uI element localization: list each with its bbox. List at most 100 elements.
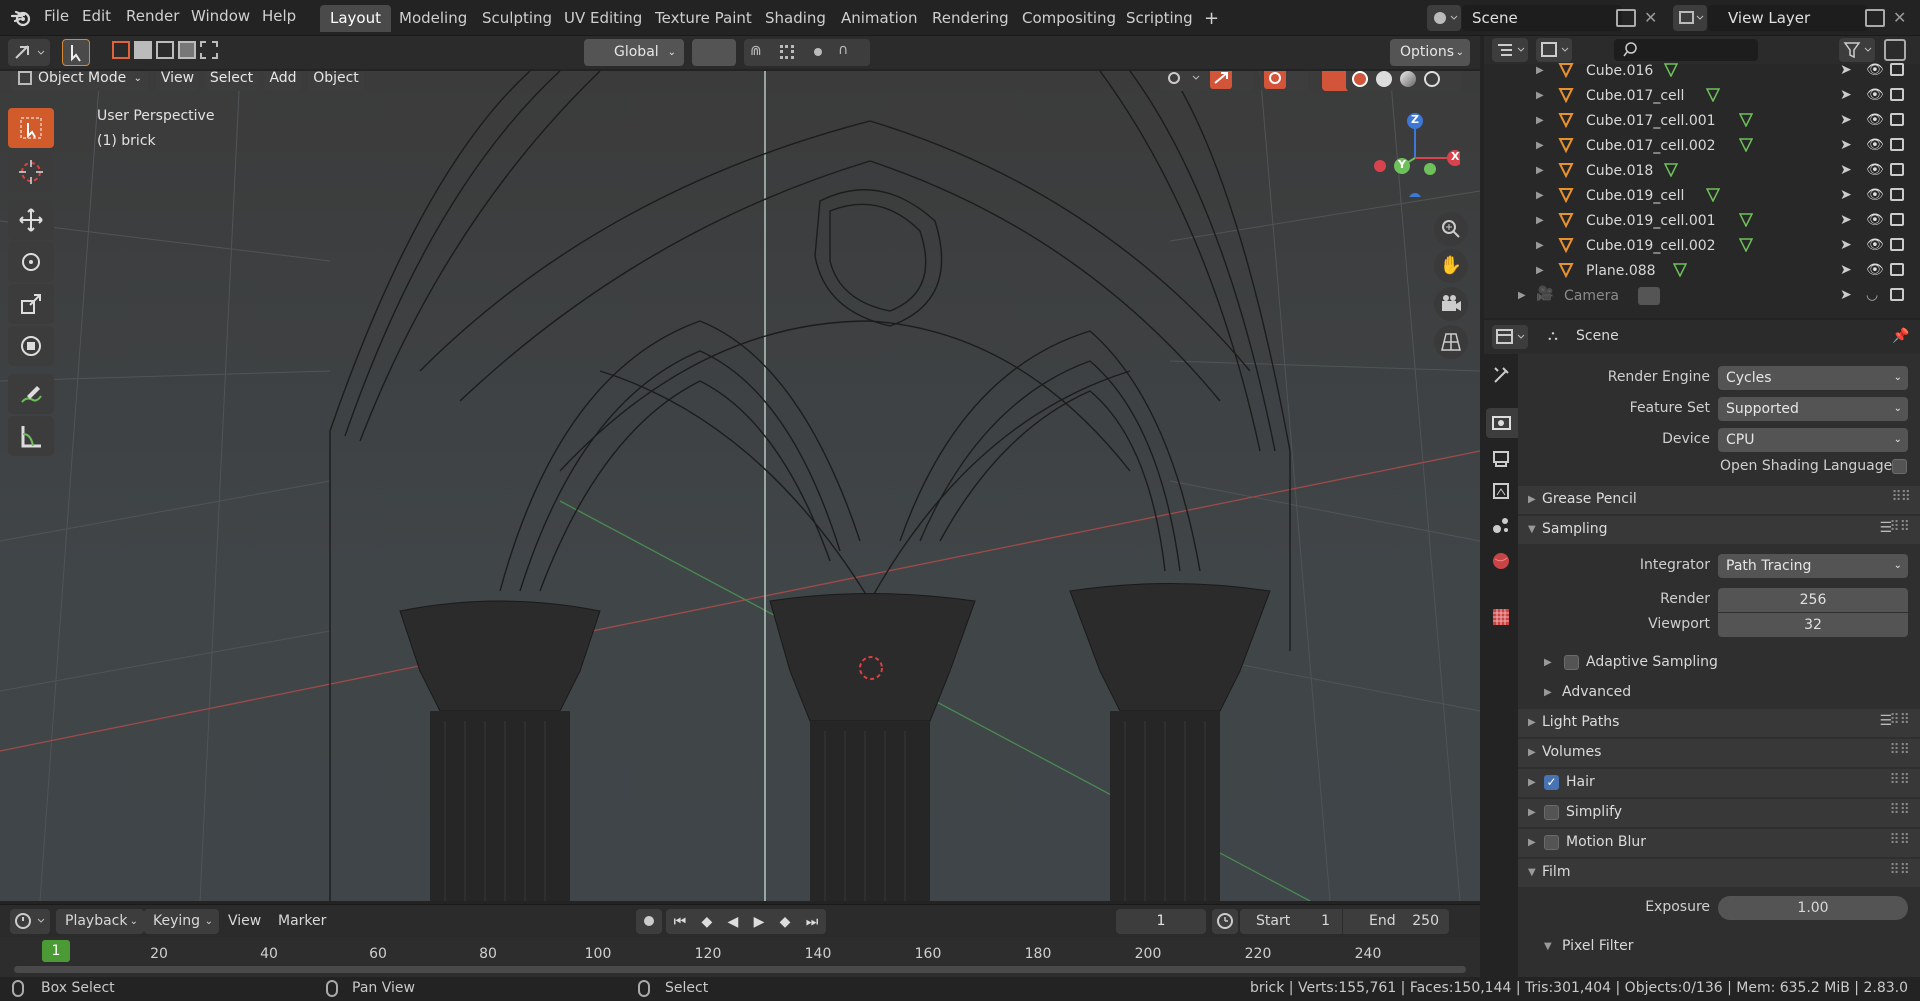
sampling-panel-header[interactable]: ▼ Sampling ☰ ⠿⠿ — [1518, 516, 1920, 544]
3d-viewport[interactable]: User Perspective (1) brick Z Y X ✋ Objec… — [0, 71, 1480, 901]
new-view-layer-icon[interactable] — [1865, 9, 1885, 27]
tab-modeling[interactable]: Modeling — [389, 5, 477, 32]
expand-icon[interactable]: ▶ — [1536, 215, 1544, 226]
rendered-shading-icon[interactable] — [1424, 71, 1440, 87]
selectable-icon[interactable]: ➤ — [1840, 112, 1852, 128]
zoom-icon[interactable] — [1434, 212, 1468, 246]
select-intersect-icon[interactable] — [200, 41, 218, 59]
transform-icon[interactable] — [8, 326, 54, 366]
scene-name-field[interactable]: Scene — [1462, 5, 1622, 31]
view-layer-name-field[interactable]: View Layer — [1708, 5, 1868, 31]
mesh-data-icon[interactable] — [1664, 63, 1679, 78]
render-camera-icon[interactable] — [1890, 263, 1904, 276]
light-paths-panel-header[interactable]: ▶ Light Paths ☰ ⠿⠿ — [1518, 709, 1920, 737]
overlays-icon[interactable] — [1260, 71, 1308, 91]
eye-closed-icon[interactable]: ◡ — [1866, 287, 1878, 303]
film-panel-header[interactable]: ▼ Film ⠿⠿ — [1518, 859, 1920, 887]
timeline-ruler[interactable]: 1 20 40 60 80 100 120 140 160 180 200 22… — [0, 937, 1480, 977]
drag-handle-icon[interactable]: ⠿⠿ — [1889, 802, 1910, 818]
expand-icon[interactable]: ▶ — [1536, 190, 1544, 201]
visibility-icon[interactable] — [1160, 71, 1208, 91]
drag-handle-icon[interactable]: ⠿⠿ — [1889, 832, 1910, 848]
menu-object[interactable]: Object — [308, 71, 364, 91]
outliner-row[interactable]: ▶ Cube.019_cell.002 ➤ 👁 — [1484, 234, 1920, 259]
start-frame-field[interactable]: Start 1 — [1240, 909, 1342, 934]
timeline-menu-marker[interactable]: Marker — [278, 913, 326, 929]
playback-dropdown[interactable]: Playback ⌄ — [56, 909, 144, 934]
eye-icon[interactable]: 👁 — [1866, 62, 1884, 78]
tab-uv-editing[interactable]: UV Editing — [554, 5, 652, 32]
pixel-filter-row[interactable]: ▼ Pixel Filter — [1518, 933, 1920, 961]
select-extend-icon[interactable] — [134, 41, 152, 59]
grease-pencil-panel-header[interactable]: ▶ Grease Pencil ⠿⠿ — [1518, 486, 1920, 514]
pan-hand-icon[interactable]: ✋ — [1434, 249, 1468, 283]
snap-increment-icon[interactable] — [780, 45, 794, 59]
texture-tab-icon[interactable] — [1488, 604, 1514, 630]
navigation-gizmo[interactable]: Z Y X — [1370, 107, 1460, 197]
select-box-icon[interactable] — [8, 108, 54, 148]
gizmo-toggle-icon[interactable] — [1206, 71, 1254, 91]
render-camera-icon[interactable] — [1890, 213, 1904, 226]
volumes-panel-header[interactable]: ▶ Volumes ⠿⠿ — [1518, 739, 1920, 767]
menu-select[interactable]: Select — [205, 71, 258, 91]
selectable-icon[interactable]: ➤ — [1840, 262, 1852, 278]
select-subtract-icon[interactable] — [156, 41, 174, 59]
render-camera-icon[interactable] — [1890, 238, 1904, 251]
solid-shading-icon[interactable] — [1376, 71, 1392, 87]
falloff-icon[interactable]: ∩ — [838, 42, 848, 58]
select-mode-icon[interactable] — [62, 39, 90, 66]
camera-data-icon[interactable] — [1638, 287, 1660, 305]
selectable-icon[interactable]: ➤ — [1840, 87, 1852, 103]
adaptive-sampling-row[interactable]: ▶ Adaptive Sampling — [1518, 649, 1920, 677]
current-frame-marker[interactable]: 1 — [42, 940, 70, 962]
proportional-icon[interactable] — [814, 48, 822, 56]
editor-type-icon[interactable] — [8, 39, 50, 66]
remove-scene-icon[interactable]: ✕ — [1644, 8, 1657, 27]
end-frame-field[interactable]: End 250 — [1343, 909, 1449, 934]
view-layer-selector-icon[interactable] — [1673, 5, 1707, 31]
scene-selector-icon[interactable] — [1427, 5, 1461, 31]
integrator-dropdown[interactable]: Path Tracing ⌄ — [1718, 554, 1908, 578]
eye-icon[interactable]: 👁 — [1866, 187, 1884, 203]
osl-checkbox[interactable] — [1892, 459, 1907, 474]
tab-scripting[interactable]: Scripting — [1116, 5, 1203, 32]
viewport-samples-field[interactable]: 32 — [1718, 613, 1908, 637]
device-dropdown[interactable]: CPU ⌄ — [1718, 428, 1908, 452]
eye-icon[interactable]: 👁 — [1866, 87, 1884, 103]
selectable-icon[interactable]: ➤ — [1840, 162, 1852, 178]
expand-icon[interactable]: ▶ — [1536, 165, 1544, 176]
mesh-data-icon[interactable] — [1738, 138, 1754, 153]
selectable-icon[interactable]: ➤ — [1840, 212, 1852, 228]
motion-blur-panel-header[interactable]: ▶ Motion Blur ⠿⠿ — [1518, 829, 1920, 857]
menu-view[interactable]: View — [156, 71, 199, 91]
eye-icon[interactable]: 👁 — [1866, 262, 1884, 278]
expand-icon[interactable]: ▶ — [1536, 115, 1544, 126]
tab-sculpting[interactable]: Sculpting — [472, 5, 562, 32]
selectable-icon[interactable]: ➤ — [1840, 62, 1852, 78]
mesh-data-icon[interactable] — [1664, 163, 1679, 178]
outliner-row[interactable]: ▶ Cube.017_cell ➤ 👁 — [1484, 84, 1920, 109]
snap-icon[interactable]: ⋒ — [750, 43, 762, 59]
tab-shading[interactable]: Shading — [755, 5, 836, 32]
advanced-row[interactable]: ▶ Advanced — [1518, 679, 1920, 707]
tool-tab-icon[interactable] — [1488, 362, 1514, 388]
expand-icon[interactable]: ▶ — [1536, 265, 1544, 276]
drag-handle-icon[interactable]: ⠿⠿ — [1889, 772, 1910, 788]
eye-icon[interactable]: 👁 — [1866, 237, 1884, 253]
selectable-icon[interactable]: ➤ — [1840, 137, 1852, 153]
select-invert-icon[interactable] — [178, 41, 196, 59]
new-collection-icon[interactable] — [1884, 39, 1906, 61]
select-new-icon[interactable] — [112, 41, 130, 59]
selectable-icon[interactable]: ➤ — [1840, 237, 1852, 253]
material-shading-icon[interactable] — [1400, 71, 1416, 87]
outliner-search-input[interactable] — [1614, 39, 1758, 61]
render-camera-icon[interactable] — [1890, 188, 1904, 201]
outliner-row[interactable]: ▶ Cube.019_cell.001 ➤ 👁 — [1484, 209, 1920, 234]
tab-compositing[interactable]: Compositing — [1012, 5, 1126, 32]
world-tab-icon[interactable] — [1488, 548, 1514, 574]
mesh-data-icon[interactable] — [1738, 213, 1754, 228]
menu-edit[interactable]: Edit — [82, 7, 111, 25]
feature-set-dropdown[interactable]: Supported ⌄ — [1718, 397, 1908, 421]
pivot-point-icon[interactable] — [692, 39, 736, 66]
mesh-data-icon[interactable] — [1705, 188, 1721, 203]
